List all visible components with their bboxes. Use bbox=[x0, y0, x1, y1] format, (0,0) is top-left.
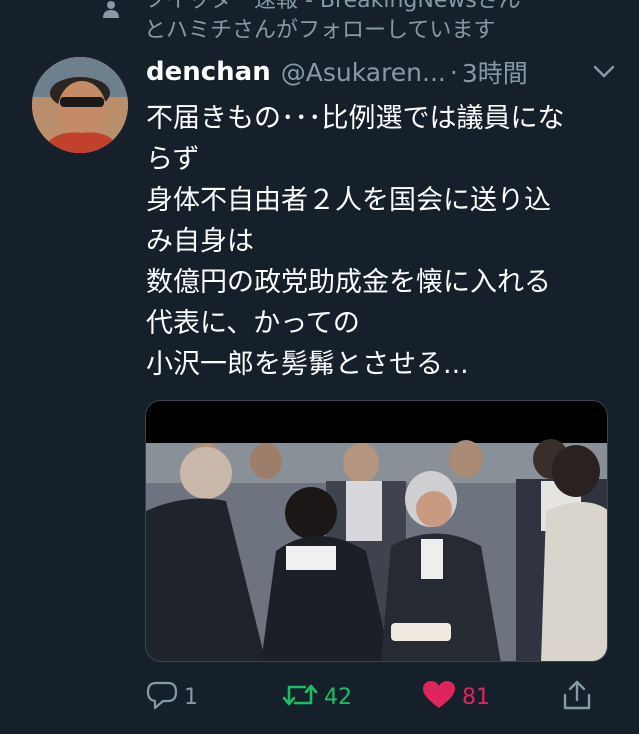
like-count: 81 bbox=[462, 684, 490, 710]
tweet-text-line: らず bbox=[146, 144, 200, 175]
separator-dot: · bbox=[449, 57, 458, 87]
avatar[interactable] bbox=[32, 57, 128, 153]
chevron-down-icon[interactable] bbox=[592, 62, 616, 82]
social-context-line-1[interactable]: ツイッター速報 - BreakingNewsさん bbox=[96, 0, 636, 16]
like-button[interactable]: 81 bbox=[422, 672, 490, 722]
share-icon bbox=[562, 679, 592, 715]
tweet-text-line: 小沢一郎を髣髴とさせる... bbox=[146, 349, 469, 380]
retweet-button[interactable]: 42 bbox=[282, 672, 352, 722]
heart-icon bbox=[422, 680, 456, 714]
user-handle[interactable]: @Asukaren... bbox=[281, 58, 446, 87]
retweet-count: 42 bbox=[324, 684, 352, 710]
tweet-text-line: み自身は bbox=[146, 226, 254, 257]
tweet-text: 不届きもの･･･比例選では議員にな らず 身体不自由者２人を国会に送り込 み自身… bbox=[146, 98, 616, 385]
reply-icon bbox=[146, 680, 178, 714]
reply-button[interactable]: 1 bbox=[146, 672, 198, 722]
social-context: ツイッター速報 - BreakingNewsさん とハミチさんがフォローしていま… bbox=[96, 0, 636, 46]
retweet-icon bbox=[282, 680, 318, 714]
avatar-photo bbox=[32, 57, 128, 153]
tweet-header: denchan @Asukaren... · 3時間 bbox=[146, 52, 616, 92]
tweet-actions: 1 42 81 bbox=[146, 672, 616, 722]
social-context-line-2[interactable]: とハミチさんがフォローしています bbox=[96, 16, 636, 46]
reply-count: 1 bbox=[184, 684, 198, 710]
tweet-text-line: 数億円の政党助成金を懐に入れる bbox=[146, 267, 551, 298]
display-name[interactable]: denchan bbox=[146, 57, 271, 87]
share-button[interactable] bbox=[562, 672, 592, 722]
photo-image bbox=[146, 401, 607, 661]
tweet-text-line: 身体不自由者２人を国会に送り込 bbox=[146, 185, 551, 216]
tweet-text-line: 代表に、かっての bbox=[146, 308, 360, 339]
timestamp[interactable]: 3時間 bbox=[462, 54, 528, 90]
tweet-text-line: 不届きもの･･･比例選では議員にな bbox=[146, 103, 565, 134]
tweet-media-photo[interactable] bbox=[145, 400, 608, 662]
person-icon bbox=[102, 0, 120, 18]
